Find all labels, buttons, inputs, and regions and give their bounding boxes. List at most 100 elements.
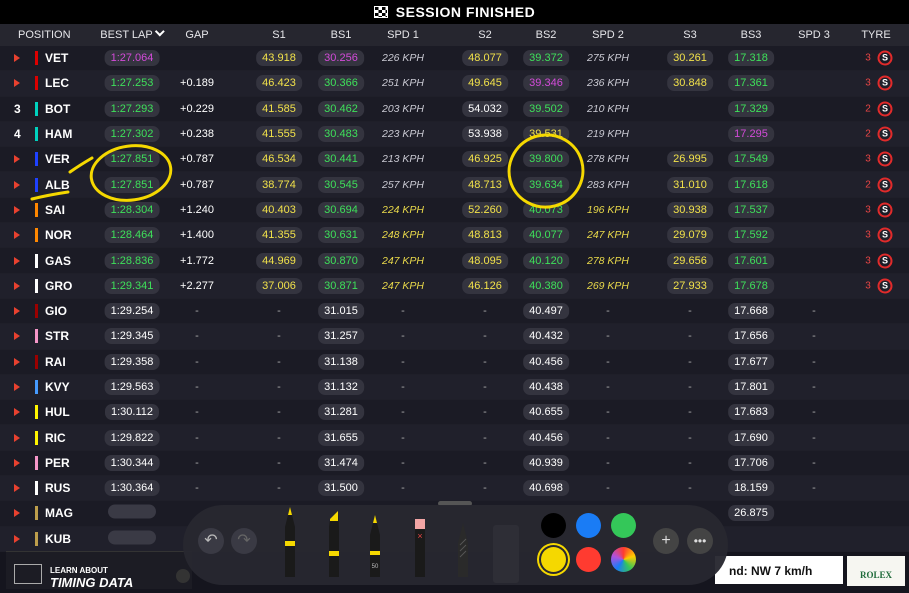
team-color-bar (35, 506, 38, 521)
lap-value: 1:27.851 (104, 176, 160, 193)
spd1-value: 248 KPH (381, 229, 425, 242)
table-row[interactable]: GRO 1:29.341 +2.277 37.006 30.871 247 KPH 46.1… (0, 273, 909, 299)
col-s2[interactable]: S2 (478, 24, 491, 46)
table-row[interactable]: PER 1:30.344 - - 31.474 - - 40.939 - - 17.706 - (0, 450, 909, 477)
add-icon[interactable]: + (653, 528, 679, 554)
marker-icon[interactable] (326, 505, 342, 577)
bs3-cell: 17.318 (728, 50, 774, 67)
undo-icon[interactable]: ↶ (198, 528, 224, 554)
table-row[interactable]: VET 1:27.064 43.918 30.256 226 KPH 48.077 39.3… (0, 46, 909, 72)
table-row[interactable]: RIC 1:29.822 - - 31.655 - - 40.456 - - 17.690 - (0, 425, 909, 451)
table-row[interactable]: GAS 1:28.836 +1.772 44.969 30.870 247 KPH 48.0… (0, 248, 909, 274)
col-spd3[interactable]: SPD 3 (798, 24, 830, 46)
s3-value: - (688, 482, 692, 495)
col-spd2[interactable]: SPD 2 (592, 24, 624, 46)
expand-arrow-icon[interactable] (14, 205, 20, 214)
color-swatch[interactable] (541, 547, 566, 572)
col-spd1[interactable]: SPD 1 (387, 24, 419, 46)
tyre-laps: 3 (865, 255, 871, 267)
ruler-icon[interactable] (493, 525, 519, 583)
bs2-value: 40.120 (523, 252, 569, 269)
color-swatch[interactable] (576, 513, 601, 538)
table-row[interactable]: HUL 1:30.112 - - 31.281 - - 40.655 - - 17.683 - (0, 400, 909, 426)
gap-value: +0.229 (180, 102, 214, 115)
lap-value: 1:29.345 (104, 328, 160, 345)
expand-arrow-icon[interactable] (14, 408, 20, 417)
bs3-cell: 17.801 (728, 379, 774, 395)
color-swatch[interactable] (541, 513, 566, 538)
color-swatch[interactable] (611, 547, 636, 572)
expand-arrow-icon[interactable] (14, 79, 20, 88)
expand-arrow-icon[interactable] (14, 256, 20, 265)
bs1-value: 30.256 (318, 50, 364, 67)
expand-arrow-icon[interactable] (14, 54, 20, 63)
expand-arrow-icon[interactable] (14, 383, 20, 391)
col-bs3[interactable]: BS3 (741, 24, 762, 46)
color-swatch[interactable] (576, 547, 601, 572)
bs3-cell: 17.668 (728, 303, 774, 320)
position-number: 4 (14, 127, 21, 142)
spd1-value: 247 KPH (381, 279, 425, 292)
table-row[interactable]: 4 HAM 1:27.302 +0.238 41.555 30.483 223 KPH 53.… (0, 121, 909, 148)
col-gap[interactable]: GAP (185, 24, 208, 46)
table-row[interactable]: NOR 1:28.464 +1.400 41.355 30.631 248 KPH 48.8… (0, 223, 909, 249)
expand-arrow-icon[interactable] (14, 357, 20, 366)
col-position[interactable]: POSITION (18, 24, 71, 46)
pen-icon[interactable] (282, 505, 298, 577)
table-row[interactable]: GIO 1:29.254 - - 31.015 - - 40.497 - - 17.668 - (0, 298, 909, 325)
col-bs1[interactable]: BS1 (331, 24, 352, 46)
bs3-cell: 17.549 (728, 151, 774, 168)
table-row[interactable]: LEC 1:27.253 +0.189 46.423 30.366 251 KPH 49.6… (0, 71, 909, 97)
s1-value: 41.355 (256, 227, 302, 244)
spd1-value: - (401, 431, 405, 444)
timing-table: VET 1:27.064 43.918 30.256 226 KPH 48.077 39.3… (0, 46, 909, 552)
table-row[interactable]: VER 1:27.851 +0.787 46.534 30.441 213 KPH 46.9… (0, 147, 909, 173)
col-s3[interactable]: S3 (683, 24, 696, 46)
bs1-cell: 30.631 (318, 227, 364, 244)
s2-value: - (483, 330, 487, 343)
chevron-down-icon[interactable] (176, 569, 190, 583)
gap-value: +1.772 (180, 254, 214, 267)
expand-arrow-icon[interactable] (14, 484, 20, 493)
table-row[interactable]: 3 BOT 1:27.293 +0.229 41.585 30.462 203 KPH 54.… (0, 96, 909, 122)
color-swatch[interactable] (611, 513, 636, 538)
expand-arrow-icon[interactable] (14, 307, 20, 316)
table-row[interactable]: ALB 1:27.851 +0.787 38.774 30.545 257 KPH 48.7… (0, 172, 909, 198)
learn-timing-banner[interactable]: LEARN ABOUT TIMING DATA (6, 551, 192, 590)
bs1-value: 30.545 (318, 176, 364, 193)
more-icon[interactable]: ••• (687, 528, 713, 554)
table-row[interactable]: KVY 1:29.563 - - 31.132 - - 40.438 - - 17.801 - (0, 374, 909, 401)
table-row[interactable]: RUS 1:30.364 - - 31.500 - - 40.698 - - 18.159 - (0, 476, 909, 502)
tyre-laps: 2 (865, 128, 871, 140)
expand-arrow-icon[interactable] (14, 433, 20, 442)
lap-value: 1:30.112 (104, 404, 160, 421)
expand-arrow-icon[interactable] (14, 534, 20, 543)
bs2-cell: 40.380 (523, 277, 569, 294)
spd2-value: 275 KPH (586, 52, 630, 65)
tyre-laps: 2 (865, 179, 871, 191)
redo-icon[interactable]: ↷ (231, 528, 257, 554)
expand-arrow-icon[interactable] (14, 180, 20, 189)
col-tyre[interactable]: TYRE (861, 24, 890, 46)
table-row[interactable]: SAI 1:28.304 +1.240 40.403 30.694 224 KPH 52.2… (0, 197, 909, 224)
table-row[interactable]: RAI 1:29.358 - - 31.138 - - 40.456 - - 17.677 - (0, 349, 909, 375)
bs3-value: 17.329 (728, 100, 774, 117)
expand-arrow-icon[interactable] (14, 332, 20, 341)
chevron-down-icon (155, 26, 166, 37)
bs2-cell: 40.456 (523, 429, 569, 446)
expand-arrow-icon[interactable] (14, 458, 20, 467)
eraser-icon[interactable]: × (412, 505, 428, 577)
position-number: 3 (14, 101, 21, 116)
spd2-value: 236 KPH (586, 77, 630, 90)
expand-arrow-icon[interactable] (14, 155, 20, 164)
expand-arrow-icon[interactable] (14, 509, 20, 518)
table-row[interactable]: STR 1:29.345 - - 31.257 - - 40.432 - - 17.656 - (0, 324, 909, 350)
col-bs2[interactable]: BS2 (536, 24, 557, 46)
pencil-icon[interactable]: 50 (367, 505, 383, 577)
expand-arrow-icon[interactable] (14, 281, 20, 290)
team-color-bar (35, 76, 38, 91)
col-s1[interactable]: S1 (272, 24, 285, 46)
lasso-icon[interactable] (455, 505, 471, 577)
expand-arrow-icon[interactable] (14, 231, 20, 240)
col-best-lap[interactable]: BEST LAP (100, 24, 166, 46)
